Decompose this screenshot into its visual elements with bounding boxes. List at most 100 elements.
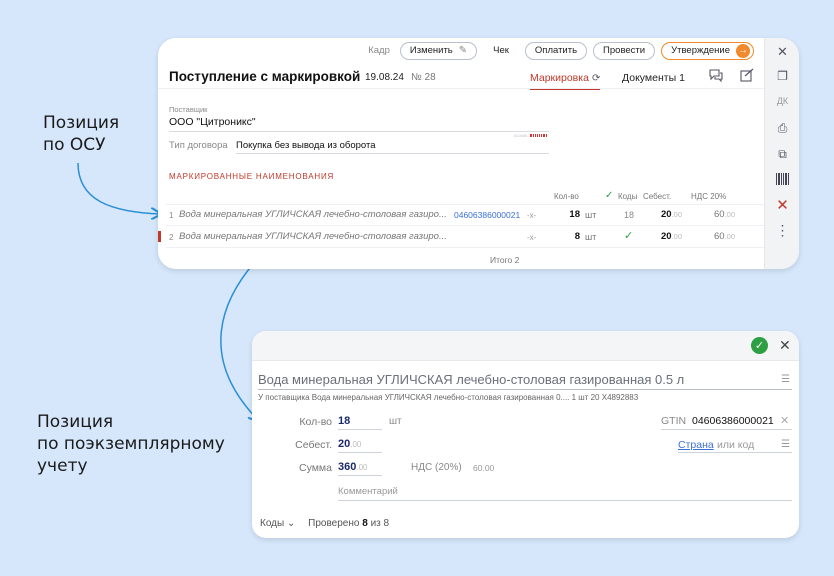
section-title: МАРКИРОВАННЫЕ НАИМЕНОВАНИЯ <box>169 172 335 181</box>
arrow-to-osu-row <box>77 162 160 214</box>
tab-marking-label: Маркировка <box>530 72 589 84</box>
menu-lines-icon[interactable]: ☰ <box>781 439 790 450</box>
row-name: Вода минеральная УГЛИЧСКАЯ лечебно-столо… <box>179 209 447 220</box>
row-dash: -x- <box>527 233 537 242</box>
right-sidebar: ✕ ❐ ДК ⎙ ⧉ ✕ ⋮ <box>764 38 799 269</box>
row-cost: 20.00 <box>661 209 683 220</box>
qty-underline <box>338 429 382 430</box>
supplier-balance-bar: 510406 <box>514 133 547 138</box>
document-window: Кадр Изменить ✎ Чек Оплатить Провести Ут… <box>158 38 799 269</box>
row-cost: 20.00 <box>661 231 683 242</box>
vat-value: 60.00 <box>473 463 495 473</box>
copy-icon[interactable]: ❐ <box>765 69 799 83</box>
sync-icon: ⟳ <box>591 73 601 84</box>
cost-input[interactable]: 20.00 <box>338 438 361 450</box>
close-icon[interactable]: ✕ <box>779 337 791 354</box>
sum-underline <box>338 475 382 476</box>
edit-button-label: Изменить <box>409 45 453 56</box>
supplier-item-line: У поставщика Вода минеральная УГЛИЧСКАЯ … <box>258 393 639 402</box>
row-name: Вода минеральная УГЛИЧСКАЯ лечебно-столо… <box>179 231 447 242</box>
clear-gtin-icon[interactable]: ✕ <box>780 414 789 427</box>
receipt-button[interactable]: Чек <box>483 41 519 60</box>
gtin-label: GTIN <box>661 415 687 427</box>
item-card-header <box>252 331 799 361</box>
balance-bar-text: 510406 <box>514 133 528 138</box>
verified-label: Проверено <box>308 518 360 529</box>
post-button[interactable]: Провести <box>593 41 656 60</box>
row-number: 1 <box>169 211 174 220</box>
cost-underline <box>338 452 382 453</box>
row-unit: шт <box>585 232 597 242</box>
row-vat: 60.00 <box>714 231 736 242</box>
approve-button-label: Утверждение <box>671 45 730 56</box>
row-divider <box>166 225 764 226</box>
contract-underline <box>236 153 549 154</box>
verified-total: 8 <box>383 518 390 529</box>
gtin-input[interactable]: 04606386000021 <box>692 415 774 427</box>
vat-label: НДС (20%) <box>411 462 462 473</box>
document-number: № 28 <box>411 72 436 83</box>
delete-icon[interactable]: ✕ <box>765 196 799 214</box>
confirm-check-icon[interactable]: ✓ <box>751 337 768 354</box>
contract-type-field[interactable]: Покупка без вывода из оборота <box>236 140 376 151</box>
table-total: Итого 2 <box>490 255 520 265</box>
close-icon[interactable]: ✕ <box>765 44 799 60</box>
row-vat: 60.00 <box>714 209 736 220</box>
comment-input[interactable]: Комментарий <box>338 486 398 497</box>
barcode-icon[interactable] <box>765 172 799 189</box>
supplier-underline <box>169 131 549 132</box>
country-underline <box>678 452 792 453</box>
qty-label: Кол-во <box>299 416 332 428</box>
col-header-vat: НДС 20% <box>691 192 727 201</box>
sign-icon[interactable] <box>740 68 755 85</box>
header-divider <box>158 88 764 89</box>
files-icon[interactable]: ⧉ <box>765 147 799 162</box>
verified-of: из <box>370 518 381 529</box>
sum-label: Сумма <box>299 462 332 474</box>
row-dash: -x- <box>527 211 537 220</box>
qty-input[interactable]: 18 <box>338 415 350 427</box>
document-title: Поступление с маркировкой <box>169 69 361 84</box>
print-icon[interactable]: ⎙ <box>765 121 799 136</box>
row-divider <box>166 247 764 248</box>
document-date: 19.08.24 <box>365 72 404 83</box>
more-icon[interactable]: ⋮ <box>765 222 799 239</box>
dk-label[interactable]: ДК <box>765 96 799 106</box>
qty-unit: шт <box>389 416 402 427</box>
pencil-icon: ✎ <box>458 45 468 56</box>
row-codes: 18 <box>624 210 635 220</box>
comment-underline <box>338 500 792 501</box>
col-header-codes: Коды <box>618 192 638 201</box>
check-icon: ✓ <box>605 190 614 201</box>
row-qty: 8 <box>574 231 580 242</box>
supplier-field[interactable]: ООО "Цитроникс" <box>169 116 256 128</box>
tab-documents[interactable]: Документы 1 <box>622 72 685 84</box>
contract-type-label: Тип договора <box>169 140 228 151</box>
item-card: ✓ ✕ Вода минеральная УГЛИЧСКАЯ лечебно-с… <box>252 331 799 538</box>
kadr-label: Кадр <box>368 45 390 56</box>
verified-count: 8 <box>362 518 368 529</box>
row-gtin: 04606386000021 <box>454 210 521 220</box>
col-header-cost: Себест. <box>643 192 672 201</box>
tab-documents-label: Документы <box>622 72 677 84</box>
edit-button[interactable]: Изменить ✎ <box>399 41 478 60</box>
country-link[interactable]: Страна <box>678 439 714 451</box>
country-code-input[interactable]: или код <box>717 439 754 451</box>
item-title[interactable]: Вода минеральная УГЛИЧСКАЯ лечебно-столо… <box>258 372 684 387</box>
row-number: 2 <box>169 233 174 242</box>
row-codes-ok-icon: ✓ <box>624 230 634 242</box>
sum-input[interactable]: 360.00 <box>338 461 367 473</box>
codes-dropdown[interactable]: Коды ⌄ <box>260 518 295 529</box>
menu-lines-icon[interactable]: ☰ <box>781 374 790 385</box>
item-footer: Коды ⌄ Проверено 8 из 8 <box>260 518 389 529</box>
documents-count: 1 <box>679 72 685 84</box>
row-qty: 18 <box>569 209 580 220</box>
item-title-underline <box>258 389 792 390</box>
pay-button[interactable]: Оплатить <box>524 41 588 60</box>
row-unit: шт <box>585 210 597 220</box>
approve-button[interactable]: Утверждение → <box>661 41 754 60</box>
chevron-down-icon: ⌄ <box>286 518 296 529</box>
col-header-qty: Кол-во <box>554 192 579 201</box>
chat-icon[interactable] <box>708 68 724 85</box>
row-error-marker <box>158 231 161 242</box>
